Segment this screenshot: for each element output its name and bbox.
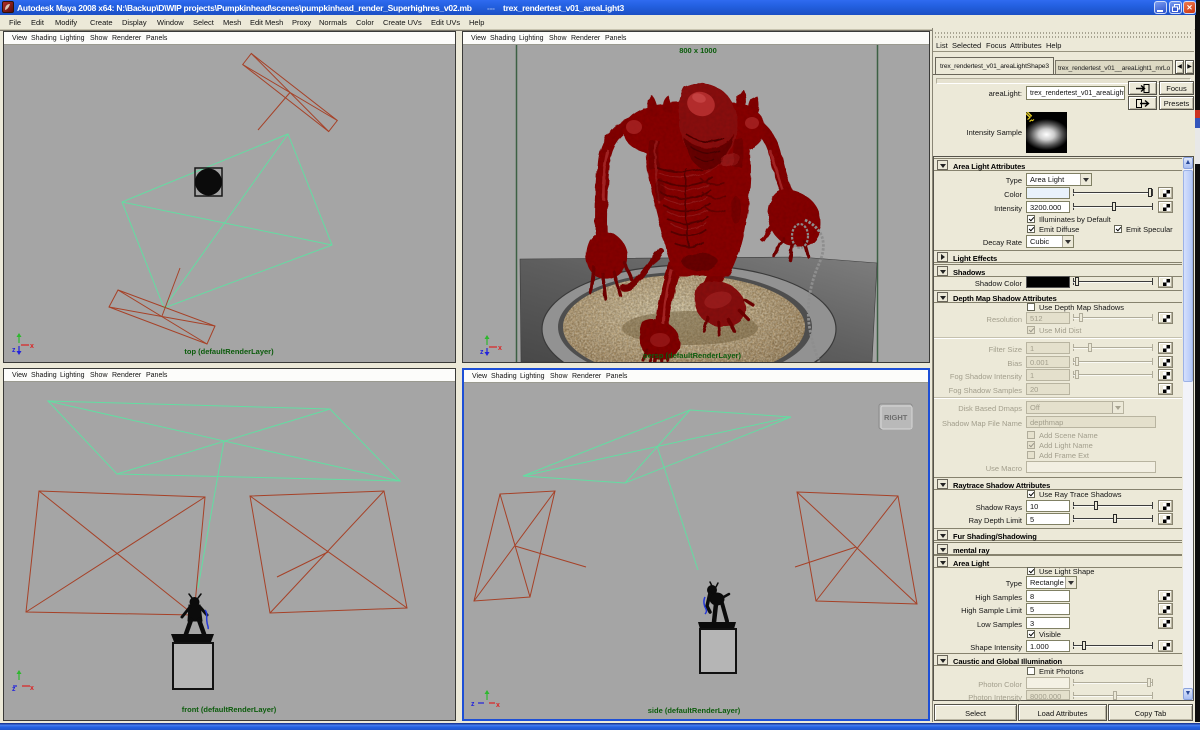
svg-text:z: z bbox=[480, 349, 484, 356]
svg-text:z: z bbox=[12, 347, 16, 354]
svg-text:RIGHT: RIGHT bbox=[884, 413, 908, 422]
svg-text:x: x bbox=[30, 343, 34, 350]
svg-text:z: z bbox=[471, 701, 475, 708]
svg-text:x: x bbox=[30, 685, 34, 692]
svg-text:z: z bbox=[12, 686, 16, 693]
svg-text:x: x bbox=[496, 702, 500, 709]
svg-text:persp (defaultRenderLayer): persp (defaultRenderLayer) bbox=[643, 351, 741, 360]
svg-text:x: x bbox=[498, 345, 502, 352]
